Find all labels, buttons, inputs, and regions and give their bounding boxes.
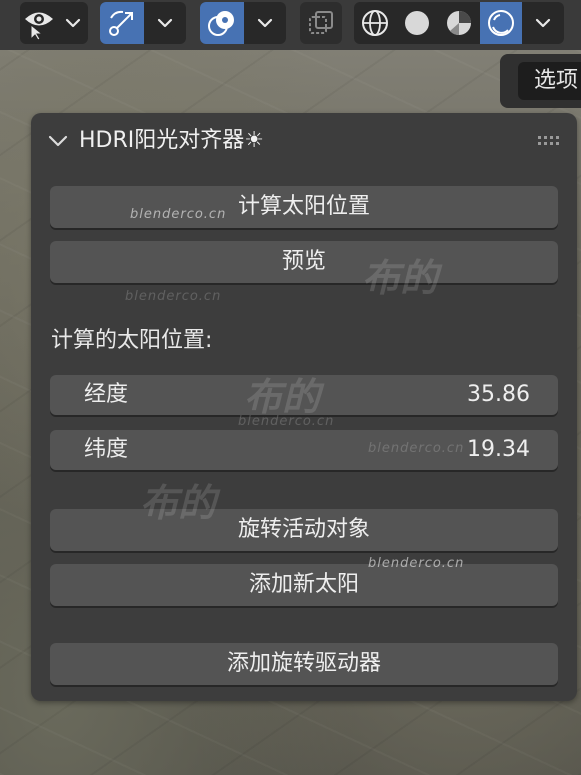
calculated-sun-position-label: 计算的太阳位置: <box>51 328 213 353</box>
chevron-down-icon[interactable] <box>58 2 88 44</box>
gizmo-dropdown[interactable] <box>100 2 186 44</box>
sidebar-tab-options[interactable]: 选项 <box>500 54 581 108</box>
rendered-sphere-icon[interactable] <box>480 2 522 44</box>
panel-title: HDRI阳光对齐器☀ <box>79 128 264 153</box>
add-new-sun-button[interactable]: 添加新太阳 <box>50 564 558 606</box>
visibility-dropdown[interactable] <box>20 2 88 44</box>
chevron-down-icon[interactable] <box>48 133 68 152</box>
chevron-down-icon[interactable] <box>244 2 286 44</box>
shading-mode-group <box>354 2 564 44</box>
eye-icon[interactable] <box>20 2 58 44</box>
add-rotation-driver-button[interactable]: 添加旋转驱动器 <box>50 643 558 685</box>
solid-sphere-icon[interactable] <box>396 2 438 44</box>
latitude-label: 纬度 <box>84 437 129 462</box>
longitude-field[interactable]: 经度 35.86 <box>50 375 558 415</box>
material-sphere-icon[interactable] <box>438 2 480 44</box>
chevron-down-icon[interactable] <box>522 2 564 44</box>
xray-toggle-icon[interactable] <box>300 2 342 44</box>
preview-button[interactable]: 预览 <box>50 241 558 283</box>
overlay-circles-icon[interactable] <box>200 2 244 44</box>
latitude-value: 19.34 <box>467 437 530 462</box>
longitude-label: 经度 <box>84 382 129 407</box>
viewport-header <box>0 0 581 50</box>
panel-header[interactable]: HDRI阳光对齐器☀ <box>31 113 577 169</box>
rotate-active-object-button[interactable]: 旋转活动对象 <box>50 509 558 551</box>
chevron-down-icon[interactable] <box>144 2 186 44</box>
drag-grip-icon[interactable] <box>537 133 563 147</box>
gizmo-arrow-icon[interactable] <box>100 2 144 44</box>
overlay-dropdown[interactable] <box>200 2 286 44</box>
calculate-sun-position-button[interactable]: 计算太阳位置 <box>50 186 558 228</box>
latitude-field[interactable]: 纬度 19.34 <box>50 430 558 470</box>
wireframe-sphere-icon[interactable] <box>354 2 396 44</box>
sidebar-tab-label[interactable]: 选项 <box>518 62 581 100</box>
longitude-value: 35.86 <box>467 382 530 407</box>
hdri-sun-aligner-panel: HDRI阳光对齐器☀ 计算太阳位置 预览 计算的太阳位置: 经度 35.86 纬… <box>31 113 577 701</box>
xray-toggle-button[interactable] <box>300 2 342 44</box>
